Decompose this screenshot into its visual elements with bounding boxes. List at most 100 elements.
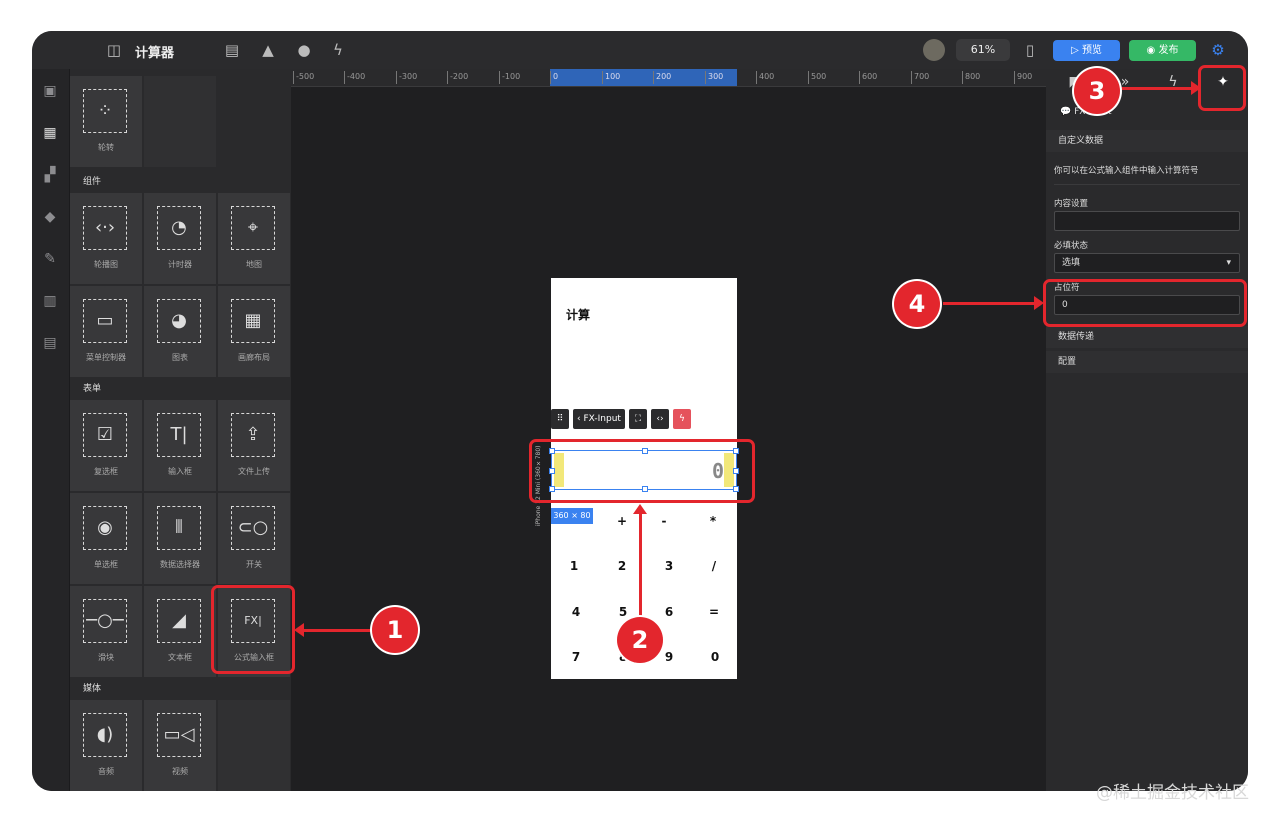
horizontal-ruler: -500 -400 -300 -200 -100 0 100 200 300 4… [291, 69, 1046, 87]
data-picker-icon: ⦀ [157, 506, 201, 550]
ruler-tick: 800 [962, 71, 980, 84]
component-tile[interactable]: ─○─ 滑块 [70, 586, 142, 677]
arrowhead-icon [1034, 296, 1044, 310]
component-tile[interactable]: ⦀ 数据选择器 [144, 493, 216, 584]
calc-key[interactable]: 3 [654, 559, 684, 573]
tile-label: 轮播图 [94, 260, 118, 269]
arrowhead-icon [294, 623, 304, 637]
pie-chart-icon: ◕ [157, 299, 201, 343]
component-tile[interactable]: ◖) 音频 [70, 700, 142, 791]
component-name-label: FX-Input [583, 414, 621, 424]
upload-icon: ⇪ [231, 413, 275, 457]
annotation-box-fx-tile [211, 585, 295, 674]
calc-key[interactable]: / [699, 559, 729, 573]
component-tile[interactable]: ◔ 计时器 [144, 193, 216, 284]
calc-key[interactable]: 0 [700, 650, 730, 664]
sidebar-toggle-icon[interactable]: ◫ [104, 40, 124, 60]
calc-key[interactable]: = [699, 605, 729, 619]
calc-key[interactable]: 7 [561, 650, 591, 664]
component-tile[interactable]: ☑ 复选框 [70, 400, 142, 491]
phone-page-title: 计算 [566, 308, 591, 322]
arrowhead-icon [633, 504, 647, 514]
grid-icon[interactable]: ▤ [40, 333, 60, 353]
calc-key[interactable]: 1 [559, 559, 589, 573]
avatar[interactable] [923, 39, 945, 61]
speaker-icon: ◖) [83, 713, 127, 757]
tile-label: 计时器 [168, 260, 192, 269]
eye-icon: ◉ [1146, 45, 1159, 56]
gallery-layout-icon: ▦ [231, 299, 275, 343]
calc-key[interactable]: - [649, 514, 679, 528]
ruler-tick: 400 [756, 71, 774, 84]
component-tile[interactable]: ▭◁ 视频 [144, 700, 216, 791]
preview-label: 预览 [1081, 45, 1102, 56]
carousel-dots-icon: ⁘ [83, 89, 127, 133]
custom-data-header[interactable]: 自定义数据 [1046, 130, 1248, 152]
content-setting-input[interactable] [1054, 211, 1240, 231]
annotation-marker: 3 [1074, 68, 1120, 114]
component-tile[interactable]: ⁘ 轮转 [70, 76, 142, 167]
publish-button[interactable]: ◉ 发布 [1129, 40, 1196, 61]
ruler-tick: 0 [550, 71, 558, 84]
settings-sliders-icon[interactable]: ⚙ [1208, 40, 1228, 60]
component-tile[interactable]: ⇪ 文件上传 [218, 400, 290, 491]
component-tile[interactable]: ▭ 菜单控制器 [70, 286, 142, 377]
fullscreen-icon[interactable]: ⛶ [629, 409, 647, 429]
slideshow-icon: ‹·› [83, 206, 127, 250]
play-icon: ▷ [1071, 45, 1082, 56]
component-tile[interactable]: ▦ 画廊布局 [218, 286, 290, 377]
tile-label: 菜单控制器 [86, 353, 126, 362]
component-tile[interactable]: ⊂○ 开关 [218, 493, 290, 584]
phone-device-icon[interactable]: ▯ [1020, 40, 1040, 60]
component-panel: ⁘ 轮转 组件 ‹·› 轮播图 ◔ 计时器 ⌖ 地图 ▭ 菜单控制器 ◕ 图表 ▦ 画廊布局… [70, 69, 291, 791]
map-pin-icon: ⌖ [231, 206, 275, 250]
component-tile[interactable]: ◕ 图表 [144, 286, 216, 377]
drive-icon[interactable]: ▲ [258, 40, 278, 60]
preview-button[interactable]: ▷ 预览 [1053, 40, 1120, 61]
zoom-selector[interactable]: 61% [956, 39, 1010, 61]
calc-key[interactable]: 4 [561, 605, 591, 619]
lightning-icon[interactable]: ϟ [328, 40, 348, 60]
chevron-down-icon: ▾ [1226, 258, 1231, 268]
layout-icon[interactable]: ▞ [40, 165, 60, 185]
data-pass-row[interactable]: 数据传递 [1046, 326, 1248, 348]
lightning-action-icon[interactable]: ϟ [673, 409, 691, 429]
video-camera-icon: ▭◁ [157, 713, 201, 757]
calc-key[interactable]: + [607, 514, 637, 528]
tile-label: 轮转 [98, 143, 114, 152]
component-tile[interactable]: ◢ 文本框 [144, 586, 216, 677]
calc-key[interactable]: 6 [654, 605, 684, 619]
required-select[interactable]: 选填 ▾ [1054, 253, 1240, 273]
component-tile[interactable]: T| 输入框 [144, 400, 216, 491]
arrowhead-icon [1191, 81, 1201, 95]
layers-icon[interactable]: ◆ [40, 207, 60, 227]
component-name-button[interactable]: ‹ FX-Input [573, 409, 625, 429]
calc-key[interactable]: 2 [607, 559, 637, 573]
required-select-value: 选填 [1062, 258, 1081, 268]
checkbox-icon: ☑ [83, 413, 127, 457]
cube-icon[interactable]: ▣ [40, 81, 60, 101]
document-icon[interactable]: ▤ [222, 40, 242, 60]
config-row[interactable]: 配置 [1046, 351, 1248, 373]
section-title: 媒体 [70, 679, 291, 699]
tile-label: 文件上传 [238, 467, 270, 476]
tile-label: 单选框 [94, 560, 118, 569]
drag-handle-icon[interactable]: ⠿ [551, 409, 569, 429]
shapes-icon[interactable]: ● [294, 40, 314, 60]
content-setting-label: 内容设置 [1054, 199, 1089, 209]
component-tile[interactable]: ‹·› 轮播图 [70, 193, 142, 284]
annotation-arrow [300, 629, 372, 632]
divider [1054, 184, 1240, 185]
annotation-arrow [639, 512, 642, 620]
calc-key[interactable]: * [698, 514, 728, 528]
components-icon[interactable]: ▦ [40, 123, 60, 143]
pages-icon[interactable]: ▥ [40, 291, 60, 311]
tile-label: 输入框 [168, 467, 192, 476]
watermark: @稀土掘金技术社区 [1096, 783, 1249, 803]
code-icon[interactable]: ‹› [651, 409, 669, 429]
component-tile[interactable]: ⌖ 地图 [218, 193, 290, 284]
pin-icon[interactable]: ✎ [40, 249, 60, 269]
app-window: ◫ 计算器 ▤ ▲ ● ϟ 61% ▯ ▷ 预览 ◉ 发布 ⚙ ▣ ▦ ▞ ◆ … [32, 31, 1248, 791]
component-tile[interactable]: ◉ 单选框 [70, 493, 142, 584]
ruler-tick: 900 [1014, 71, 1032, 84]
